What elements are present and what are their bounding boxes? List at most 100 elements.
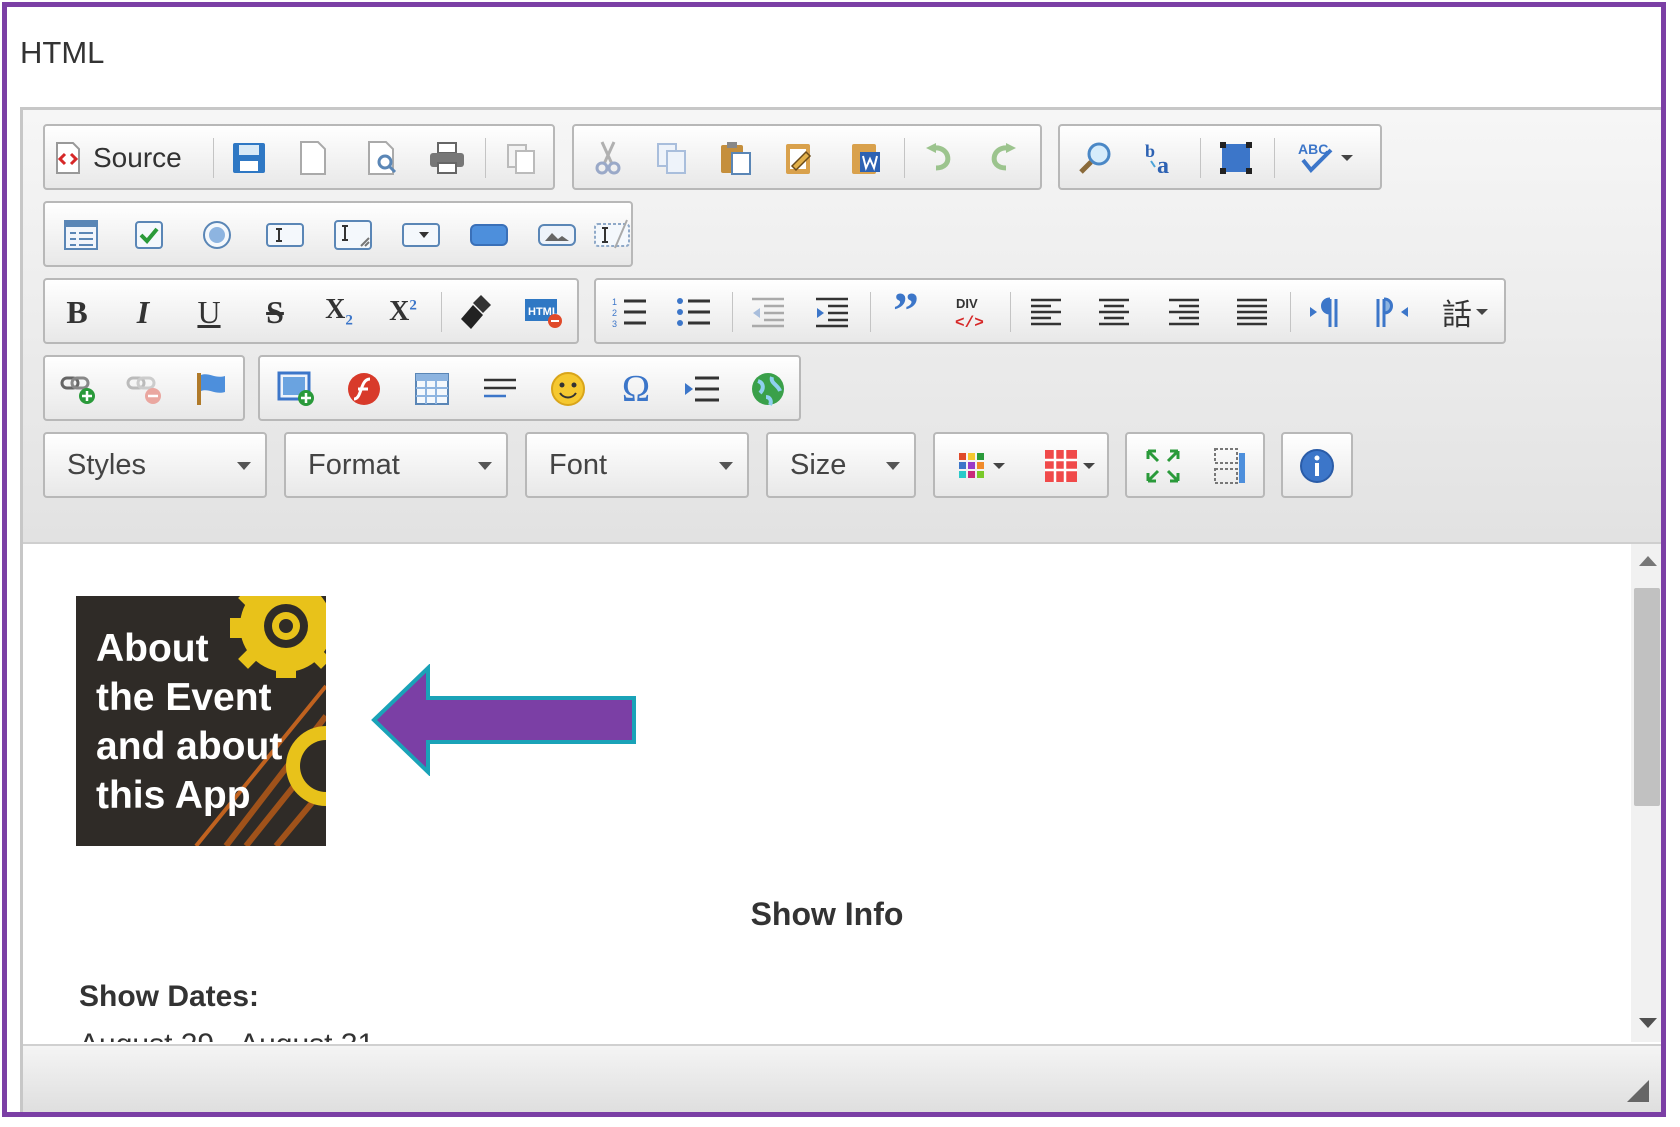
cut-button[interactable] (580, 134, 636, 182)
redo-button[interactable] (974, 134, 1030, 182)
toolbar-group-tools (1125, 432, 1265, 498)
replace-button[interactable]: ba (1134, 134, 1190, 182)
blockquote-button[interactable]: ” (878, 286, 934, 338)
image-button-button[interactable] (529, 211, 585, 259)
about-icon (1299, 448, 1335, 484)
preview-button[interactable] (355, 134, 411, 182)
ltr-icon (1308, 295, 1344, 329)
spellcheck-button[interactable]: ABC (1282, 134, 1368, 182)
scroll-thumb[interactable] (1634, 588, 1660, 806)
find-button[interactable] (1068, 134, 1124, 182)
redo-icon (984, 142, 1020, 174)
maximize-button[interactable] (1135, 442, 1191, 490)
div-button[interactable]: DIV </> (942, 288, 998, 336)
show-blocks-button[interactable] (1201, 442, 1257, 490)
align-right-icon (1167, 297, 1201, 327)
editor-content-area[interactable]: About the Event and about this App Show … (23, 544, 1631, 1042)
underline-button[interactable]: U (181, 288, 237, 336)
special-char-button[interactable]: Ω (608, 365, 664, 413)
ltr-button[interactable] (1298, 288, 1354, 336)
bold-button[interactable]: B (49, 288, 105, 336)
new-page-button[interactable] (285, 134, 341, 182)
select-button[interactable] (393, 211, 449, 259)
toolbar-group-about (1281, 432, 1353, 498)
justify-button[interactable] (1224, 288, 1280, 336)
background-color-button[interactable] (1031, 442, 1107, 490)
toolbar-group-editing: ba ABC (1058, 124, 1382, 190)
form-button[interactable] (53, 211, 109, 259)
page-frame: HTML Source b a ABC B I U S X2 X2 HTML 1… (2, 2, 1666, 1117)
iframe-button[interactable] (740, 365, 796, 413)
remove-format-icon (459, 293, 495, 331)
paste-button[interactable] (708, 134, 764, 182)
copy-icon (655, 141, 689, 175)
font-combo[interactable]: Font (525, 432, 749, 498)
paste-text-button[interactable] (772, 134, 828, 182)
svg-text:a: a (1157, 153, 1169, 177)
text-field-button[interactable] (257, 211, 313, 259)
toolbar-separator (1200, 138, 1201, 178)
paste-word-button[interactable] (838, 134, 894, 182)
size-combo[interactable]: Size (766, 432, 916, 498)
svg-text:3: 3 (612, 319, 617, 329)
show-info-heading: Show Info (750, 896, 904, 932)
undo-button[interactable] (912, 134, 968, 182)
flash-button[interactable] (336, 365, 392, 413)
align-left-button[interactable] (1018, 288, 1074, 336)
horizontal-rule-button[interactable] (472, 365, 528, 413)
format-combo-label: Format (308, 449, 400, 481)
about-button[interactable] (1289, 442, 1345, 490)
source-button[interactable]: Source (53, 134, 203, 182)
textarea-button[interactable] (325, 211, 381, 259)
format-combo[interactable]: Format (284, 432, 508, 498)
page-break-button[interactable] (674, 365, 730, 413)
save-button[interactable] (221, 134, 277, 182)
content-scrollbar[interactable] (1631, 544, 1661, 1042)
print-button[interactable] (419, 134, 475, 182)
radio-button[interactable] (189, 211, 245, 259)
toolbar-separator (213, 138, 214, 178)
hidden-field-button[interactable] (585, 211, 641, 259)
numbered-list-button[interactable]: 123 (602, 288, 658, 336)
align-right-button[interactable] (1156, 288, 1212, 336)
resize-handle-icon[interactable] (1627, 1080, 1649, 1102)
language-button[interactable]: 話 (1430, 288, 1500, 336)
superscript-button[interactable]: X2 (375, 288, 431, 336)
subscript-button[interactable]: X2 (311, 288, 367, 336)
strike-button[interactable]: S (247, 288, 303, 336)
scroll-up-icon[interactable] (1639, 556, 1657, 566)
remove-format-button[interactable] (449, 288, 505, 336)
templates-button[interactable] (493, 134, 549, 182)
checkbox-button[interactable] (121, 211, 177, 259)
copy-button[interactable] (644, 134, 700, 182)
page-break-icon (683, 374, 721, 404)
text-color-icon (957, 451, 987, 481)
align-center-button[interactable] (1086, 288, 1142, 336)
unlink-button[interactable] (117, 365, 173, 413)
outdent-button[interactable] (740, 288, 796, 336)
text-color-button[interactable] (943, 442, 1019, 490)
table-button[interactable] (404, 365, 460, 413)
button-field-button[interactable] (461, 211, 517, 259)
link-button[interactable] (51, 365, 107, 413)
about-event-banner-image[interactable]: About the Event and about this App (76, 596, 326, 846)
indent-button[interactable] (804, 288, 860, 336)
italic-button[interactable]: I (115, 288, 171, 336)
toolbar-group-colors (933, 432, 1109, 498)
select-all-button[interactable] (1208, 134, 1264, 182)
bulleted-list-button[interactable] (666, 288, 722, 336)
maximize-icon (1145, 448, 1181, 484)
smiley-button[interactable] (540, 365, 596, 413)
image-button[interactable] (268, 365, 324, 413)
styles-combo[interactable]: Styles (43, 432, 267, 498)
chevron-down-icon (1476, 309, 1488, 315)
scroll-down-icon[interactable] (1639, 1018, 1657, 1028)
field-label: HTML (20, 35, 105, 70)
html-clean-button[interactable]: HTML (515, 288, 571, 336)
flash-icon (346, 371, 382, 407)
textarea-icon (333, 218, 373, 252)
subscript-icon: X2 (325, 294, 353, 329)
anchor-button[interactable] (183, 365, 239, 413)
rtl-button[interactable] (1364, 288, 1420, 336)
div-icon: DIV </> (953, 294, 987, 330)
